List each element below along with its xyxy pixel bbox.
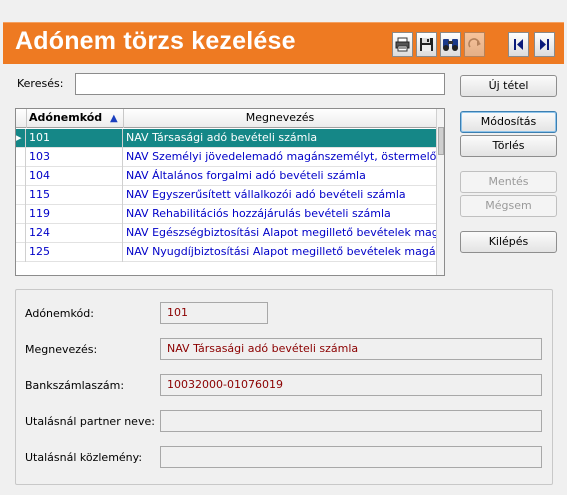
printer-icon [395, 37, 410, 52]
transfer-note-field[interactable] [160, 446, 542, 468]
row-code: 104 [27, 167, 123, 186]
grid-header: Adónemkód ▲ Megnevezés [16, 109, 436, 128]
binoculars-icon [443, 39, 458, 51]
scrollbar-thumb[interactable] [438, 127, 444, 155]
new-item-button[interactable]: Új tétel [460, 75, 557, 97]
transfer-note-label: Utalásnál közlemény: [25, 451, 143, 464]
header-indicator-cell [16, 109, 27, 128]
title-bar: Adónem törzs kezelése [3, 22, 564, 64]
exit-button[interactable]: Kilépés [460, 231, 557, 253]
name-label: Megnevezés: [25, 343, 98, 356]
column-header-code-label: Adónemkód [29, 111, 103, 124]
row-code: 101 [27, 129, 123, 148]
code-label: Adónemkód: [25, 307, 94, 320]
tax-type-grid[interactable]: Adónemkód ▲ Megnevezés ▸ 101 NAV Társasá… [15, 108, 445, 276]
edit-button[interactable]: Módosítás [460, 111, 557, 133]
save-icon [420, 38, 433, 51]
redo-icon [468, 38, 481, 48]
row-indicator [16, 224, 26, 243]
name-field[interactable]: NAV Társasági adó bevételi számla [160, 338, 542, 360]
save-button[interactable]: Mentés [460, 171, 557, 193]
search-input[interactable] [75, 73, 445, 95]
row-code: 125 [27, 243, 123, 262]
row-indicator [16, 167, 26, 186]
save-toolbar-button[interactable] [416, 32, 437, 57]
table-row[interactable]: 124 NAV Egészségbiztosítási Alapot megil… [16, 224, 436, 243]
code-field[interactable]: 101 [160, 302, 268, 324]
current-row-indicator-icon: ▸ [16, 129, 26, 148]
find-button[interactable] [440, 32, 461, 57]
grid-vertical-scrollbar[interactable] [436, 109, 444, 275]
first-record-button[interactable] [508, 32, 529, 57]
print-button[interactable] [392, 32, 413, 57]
redo-button[interactable] [464, 32, 485, 57]
last-record-icon [540, 39, 549, 50]
table-row[interactable]: ▸ 101 NAV Társasági adó bevételi számla [16, 129, 436, 148]
row-name: NAV Társasági adó bevételi számla [126, 131, 318, 144]
row-code: 115 [27, 186, 123, 205]
row-code: 103 [27, 148, 123, 167]
row-name: NAV Nyugdíjbiztosítási Alapot megillető … [126, 245, 436, 258]
row-indicator [16, 243, 26, 262]
column-header-name[interactable]: Megnevezés [124, 109, 436, 128]
column-header-code[interactable]: Adónemkód ▲ [27, 109, 124, 128]
first-record-icon [514, 39, 523, 50]
row-code: 124 [27, 224, 123, 243]
row-indicator [16, 205, 26, 224]
table-row[interactable]: 115 NAV Egyszerűsített vállalkozói adó b… [16, 186, 436, 205]
row-name: NAV Rehabilitációs hozzájárulás bevételi… [126, 207, 391, 220]
search-label: Keresés: [17, 77, 64, 90]
last-record-button[interactable] [534, 32, 555, 57]
bank-account-field[interactable]: 10032000-01076019 [160, 374, 542, 396]
sort-ascending-icon: ▲ [110, 113, 118, 124]
window-title: Adónem törzs kezelése [15, 27, 296, 55]
row-indicator [16, 148, 26, 167]
bank-account-label: Bankszámlaszám: [25, 379, 125, 392]
row-name: NAV Általános forgalmi adó bevételi szám… [126, 169, 366, 182]
partner-name-field[interactable] [160, 410, 542, 432]
table-row[interactable]: 104 NAV Általános forgalmi adó bevételi … [16, 167, 436, 186]
table-row[interactable]: 125 NAV Nyugdíjbiztosítási Alapot megill… [16, 243, 436, 262]
detail-panel: Adónemkód: 101 Megnevezés: NAV Társasági… [15, 289, 553, 485]
table-row[interactable]: 119 NAV Rehabilitációs hozzájárulás bevé… [16, 205, 436, 224]
delete-button[interactable]: Törlés [460, 135, 557, 157]
partner-name-label: Utalásnál partner neve: [25, 415, 155, 428]
table-row[interactable]: 103 NAV Személyi jövedelemadó magánszemé… [16, 148, 436, 167]
cancel-button[interactable]: Mégsem [460, 195, 557, 217]
row-code: 119 [27, 205, 123, 224]
row-indicator [16, 186, 26, 205]
row-name: NAV Személyi jövedelemadó magánszemélyt,… [126, 150, 436, 163]
top-strip [0, 0, 567, 22]
row-name: NAV Egészségbiztosítási Alapot megillető… [126, 226, 436, 239]
row-name: NAV Egyszerűsített vállalkozói adó bevét… [126, 188, 406, 201]
